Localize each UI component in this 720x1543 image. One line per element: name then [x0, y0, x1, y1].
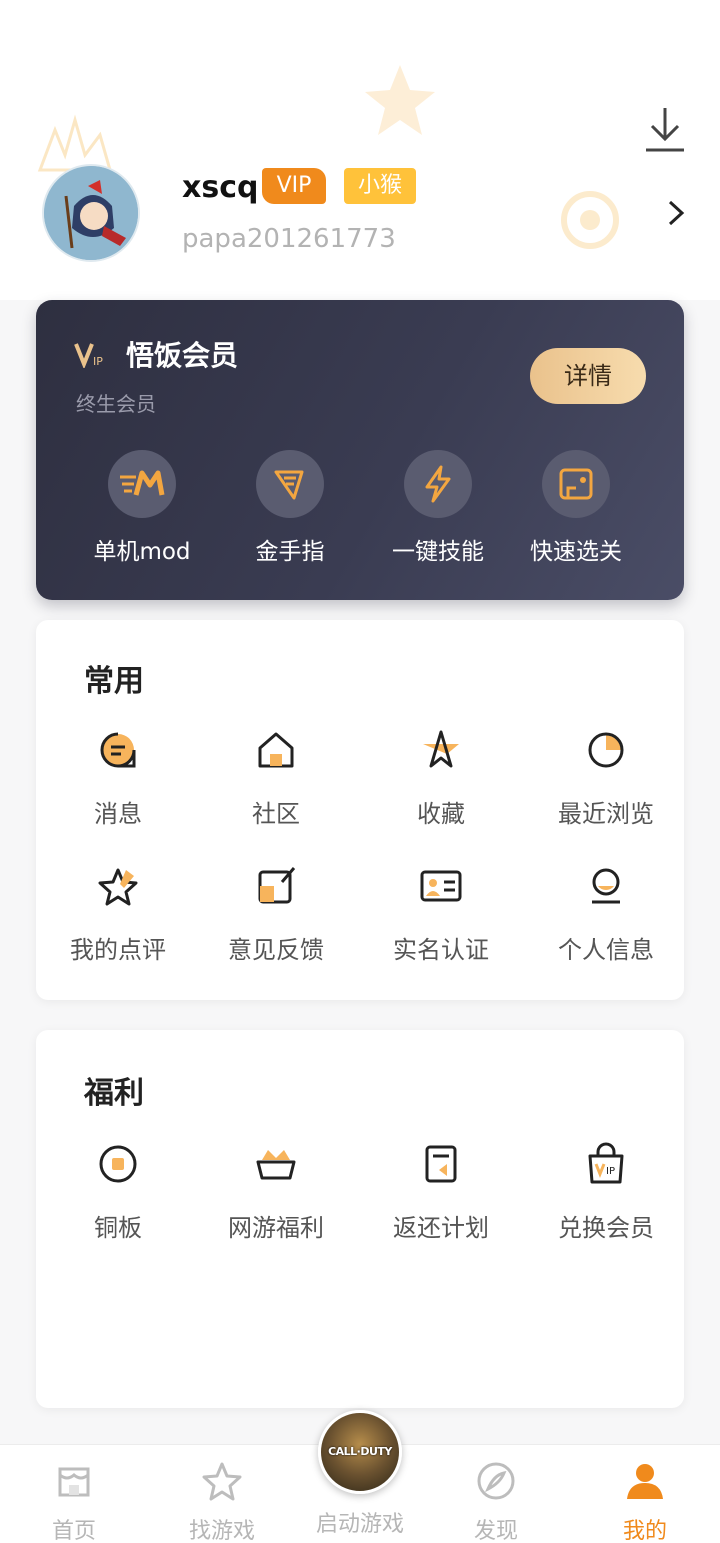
compass-icon [477, 1462, 515, 1500]
grid-label: 个人信息 [558, 936, 654, 964]
id-card-icon [420, 870, 462, 902]
profile-detail-chevron[interactable] [664, 196, 688, 230]
perk-label: 单机mod [93, 539, 191, 565]
grid-label: 我的点评 [70, 936, 166, 964]
tab-mine[interactable]: 我的 [585, 1461, 705, 1543]
vip-logo-icon: IP [74, 343, 103, 368]
chevron-right-icon [668, 200, 685, 226]
grid-label: 收藏 [417, 800, 465, 828]
grid-item-online-game-gift[interactable]: 网游福利 [194, 1142, 358, 1242]
grid-item-recent[interactable]: 最近浏览 [524, 728, 688, 828]
vip-membership-card[interactable]: IP 悟饭会员 终生会员 详情 单机mod 金手指 一键技能 快速选关 [36, 300, 684, 600]
center-game-title: CALL·DUTY [328, 1445, 392, 1458]
perk-label: 快速选关 [530, 539, 622, 565]
welfare-panel: 福利 铜板 网游福利 返还计划 IP 兑换会员 [36, 1030, 684, 1408]
mod-icon [120, 470, 165, 496]
tab-launch-game[interactable]: CALL·DUTY 启动游戏 [298, 1410, 422, 1540]
common-title: 常用 [84, 664, 144, 699]
perk-icon-circle [256, 450, 324, 518]
review-icon [98, 868, 138, 906]
tab-label: 找游戏 [188, 1519, 255, 1543]
user-id: papa201261773 [182, 224, 396, 254]
grid-item-profile-info[interactable]: 个人信息 [524, 864, 688, 964]
grid-label: 消息 [94, 800, 142, 828]
grid-item-vip-exchange[interactable]: IP 兑换会员 [524, 1142, 688, 1242]
feedback-icon [258, 867, 296, 904]
tab-label: 启动游戏 [315, 1512, 404, 1537]
grid-item-message[interactable]: 消息 [36, 728, 200, 828]
perk-one-key-skill[interactable]: 一键技能 [368, 450, 508, 570]
perk-icon-circle [404, 450, 472, 518]
grid-label: 兑换会员 [558, 1214, 654, 1242]
grid-item-rebate[interactable]: 返还计划 [359, 1142, 523, 1242]
profile-icon [592, 868, 620, 904]
user-icon [627, 1464, 663, 1499]
decor-star-icon [365, 65, 435, 135]
golden-finger-icon [274, 470, 304, 500]
tab-label: 我的 [622, 1519, 667, 1543]
tab-label: 发现 [473, 1519, 518, 1543]
perk-icon-circle [108, 450, 176, 518]
grid-label: 意见反馈 [228, 936, 324, 964]
grid-item-feedback[interactable]: 意见反馈 [194, 864, 358, 964]
svg-text:IP: IP [93, 355, 103, 368]
perk-mod[interactable]: 单机mod [72, 450, 212, 570]
vip-subtitle: 终生会员 [76, 392, 156, 416]
level-select-icon [559, 468, 593, 500]
perk-label: 一键技能 [392, 539, 484, 565]
star-icon [202, 1462, 242, 1501]
online-game-gift-icon [256, 1150, 296, 1180]
svg-text:IP: IP [606, 1166, 615, 1177]
vip-badge: VIP [262, 168, 326, 204]
tab-find-games[interactable]: 找游戏 [162, 1461, 282, 1543]
download-icon [646, 108, 684, 152]
vip-bag-icon: IP [588, 1142, 624, 1184]
rebate-icon [425, 1145, 457, 1183]
grid-label: 返还计划 [393, 1214, 489, 1242]
profile-section[interactable]: xscq VIP 小猴 papa201261773 [42, 164, 702, 274]
grid-item-coin[interactable]: 铜板 [36, 1142, 200, 1242]
grid-label: 铜板 [94, 1214, 142, 1242]
tab-home[interactable]: 首页 [14, 1461, 134, 1543]
grid-label: 社区 [252, 800, 300, 828]
favorite-icon [423, 730, 459, 768]
grid-item-id-verify[interactable]: 实名认证 [359, 864, 523, 964]
common-panel: 常用 消息 社区 收藏 最近浏览 我的点评 意见反馈 实名认证 个人信息 [36, 620, 684, 1000]
grid-item-community[interactable]: 社区 [194, 728, 358, 828]
perk-icon-circle [542, 450, 610, 518]
perk-quick-level[interactable]: 快速选关 [506, 450, 646, 570]
perk-label: 金手指 [255, 539, 325, 565]
vip-title: 悟饭会员 [126, 339, 239, 372]
tab-discover[interactable]: 发现 [436, 1461, 556, 1543]
grid-label: 最近浏览 [558, 800, 654, 828]
welfare-title: 福利 [84, 1076, 144, 1111]
avatar-character-icon [44, 166, 138, 260]
game-launch-icon: CALL·DUTY [318, 1410, 402, 1494]
community-icon [258, 732, 294, 768]
username: xscq [182, 170, 259, 205]
home-icon [58, 1467, 90, 1497]
grid-label: 实名认证 [393, 936, 489, 964]
tab-label: 首页 [51, 1519, 96, 1543]
message-icon [100, 732, 136, 768]
download-button[interactable] [640, 104, 690, 156]
recent-icon [588, 732, 624, 768]
avatar[interactable] [42, 164, 140, 262]
grid-label: 网游福利 [228, 1214, 324, 1242]
grid-item-favorite[interactable]: 收藏 [359, 728, 523, 828]
vip-detail-button[interactable]: 详情 [530, 348, 646, 404]
level-badge: 小猴 [344, 168, 416, 204]
grid-item-review[interactable]: 我的点评 [36, 864, 200, 964]
perk-golden-finger[interactable]: 金手指 [220, 450, 360, 570]
lightning-icon [425, 465, 451, 503]
coin-icon [99, 1145, 137, 1183]
